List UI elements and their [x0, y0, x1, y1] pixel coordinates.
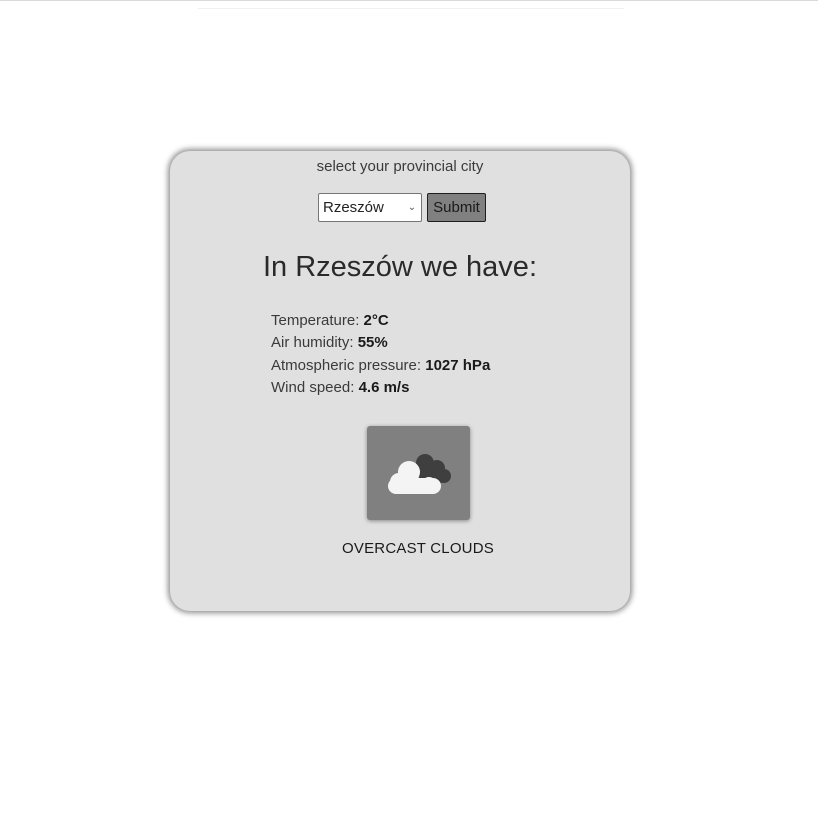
- top-faint-divider: [198, 8, 624, 9]
- humidity-value: 55%: [357, 334, 388, 352]
- chevron-down-icon: ⌄: [407, 202, 417, 213]
- wind-value: 4.6 m/s: [358, 378, 410, 396]
- temperature-row: Temperature: 2°C: [271, 310, 490, 332]
- overcast-clouds-icon: [388, 454, 451, 494]
- weather-stats: Temperature: 2°C Air humidity: 55% Atmos…: [271, 310, 490, 399]
- pressure-value: 1027 hPa: [425, 356, 491, 374]
- humidity-row: Air humidity: 55%: [271, 332, 490, 354]
- city-prompt: select your provincial city: [316, 158, 484, 175]
- wind-label: Wind speed:: [271, 378, 355, 396]
- temperature-label: Temperature:: [271, 312, 360, 329]
- city-form: Rzeszów ⌄ Submit: [318, 193, 486, 222]
- weather-icon-box: [367, 426, 470, 520]
- page-title: In Rzeszów we have:: [262, 251, 537, 283]
- top-divider: [0, 0, 818, 1]
- temperature-value: 2°C: [363, 312, 389, 329]
- wind-row: Wind speed: 4.6 m/s: [271, 377, 490, 399]
- weather-description: OVERCAST CLOUDS: [342, 540, 494, 557]
- submit-button[interactable]: Submit: [427, 193, 486, 222]
- humidity-label: Air humidity:: [271, 334, 354, 352]
- weather-card: select your provincial city Rzeszów ⌄ Su…: [170, 151, 630, 611]
- pressure-row: Atmospheric pressure: 1027 hPa: [271, 355, 490, 377]
- city-select[interactable]: Rzeszów ⌄: [318, 193, 422, 222]
- city-select-value: Rzeszów: [323, 199, 384, 216]
- pressure-label: Atmospheric pressure:: [271, 356, 422, 374]
